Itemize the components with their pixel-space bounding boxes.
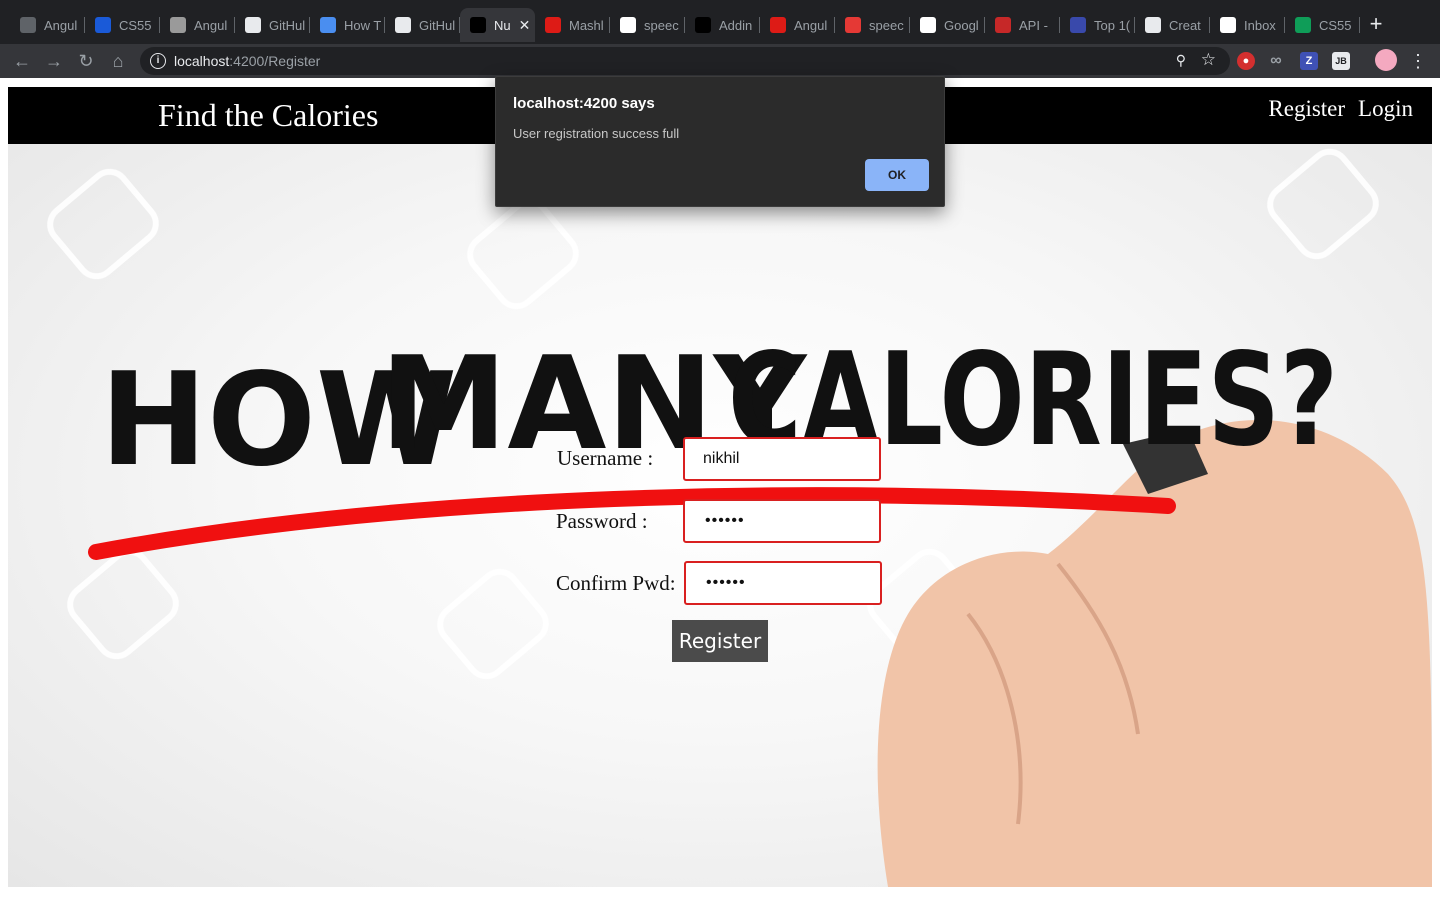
tab-separator [1359, 17, 1360, 33]
angular-icon [545, 17, 561, 33]
browser-tab-label: Nu [494, 17, 511, 33]
browser-menu-icon[interactable]: ⋮ [1408, 50, 1428, 72]
browser-tab[interactable]: Mashl [535, 8, 610, 42]
api-icon [995, 17, 1011, 33]
extension-jb-icon[interactable]: JB [1332, 52, 1350, 70]
globe-icon [20, 17, 36, 33]
url-text[interactable]: localhost:4200/Register [174, 53, 320, 69]
browser-tab-label: Top 1( [1094, 17, 1131, 33]
browser-tab[interactable]: Addin [685, 8, 760, 42]
browser-tab[interactable]: How T [310, 8, 385, 42]
box-icon [95, 17, 111, 33]
browser-tab-label: CS55 [1319, 17, 1352, 33]
forward-button[interactable]: → [42, 49, 66, 73]
browser-tab[interactable]: Angul [760, 8, 835, 42]
github-icon [1145, 17, 1161, 33]
medium-icon [695, 17, 711, 33]
browser-tab[interactable]: Inbox [1210, 8, 1285, 42]
extension-z-icon[interactable]: Z [1300, 52, 1318, 70]
profile-icon [170, 17, 186, 33]
nav-login-link[interactable]: Login [1358, 96, 1413, 122]
address-bar[interactable]: i localhost:4200/Register ⚲ ☆ [140, 47, 1230, 75]
close-tab-icon[interactable]: ✕ [519, 17, 531, 34]
angular-icon [770, 17, 786, 33]
browser-tab[interactable]: Googl [910, 8, 985, 42]
browser-tab[interactable]: GitHul [235, 8, 310, 42]
bookmark-star-icon[interactable]: ☆ [1201, 50, 1216, 70]
gmail-icon [1220, 17, 1236, 33]
password-label: Password : [556, 509, 648, 533]
browser-tab[interactable]: Top 1( [1060, 8, 1135, 42]
home-button[interactable]: ⌂ [106, 49, 130, 73]
browser-tab[interactable]: GitHul [385, 8, 460, 42]
new-tab-button[interactable]: + [1366, 12, 1386, 36]
browser-tab[interactable]: Angul [10, 8, 85, 42]
alert-title: localhost:4200 says [513, 95, 655, 112]
browser-tab-label: Creat [1169, 17, 1201, 33]
app-icon [320, 17, 336, 33]
url-host: localhost [174, 53, 230, 69]
browser-tab[interactable]: CS55 [85, 8, 160, 42]
browser-tab-label: Angul [194, 17, 228, 33]
browser-tab-label: GitHul [419, 17, 456, 33]
browser-tab-label: Angul [794, 17, 828, 33]
extension-infinity-icon[interactable]: ∞ [1267, 52, 1285, 70]
profile-avatar[interactable] [1375, 49, 1397, 71]
browser-tab-label: Googl [944, 17, 979, 33]
github-icon [245, 17, 261, 33]
browser-tab-label: speec [644, 17, 679, 33]
back-button[interactable]: ← [10, 49, 34, 73]
github-icon [395, 17, 411, 33]
browser-tab-label: Inbox [1244, 17, 1276, 33]
browser-tab[interactable]: speec [835, 8, 910, 42]
password-key-icon[interactable]: ⚲ [1176, 52, 1186, 69]
news-icon [845, 17, 861, 33]
site-info-icon[interactable]: i [150, 53, 166, 69]
nav-register-link[interactable]: Register [1268, 96, 1345, 122]
browser-tab-label: Angul [44, 17, 78, 33]
register-submit-button[interactable]: Register [672, 620, 768, 662]
browser-tab[interactable]: Creat [1135, 8, 1210, 42]
username-label: Username : [557, 446, 654, 470]
browser-tab-label: speec [869, 17, 904, 33]
register-form: Username : nikhil Password : •••••• Conf… [8, 144, 1432, 887]
browser-tab[interactable]: speec [610, 8, 685, 42]
reload-button[interactable]: ↻ [74, 49, 98, 73]
link-icon [1070, 17, 1086, 33]
alert-dialog: localhost:4200 says User registration su… [495, 76, 945, 207]
browser-tab[interactable]: CS55 [1285, 8, 1360, 42]
browser-tab-label: Addin [719, 17, 753, 33]
browser-toolbar: ← → ↻ ⌂ i localhost:4200/Register ⚲ ☆ ● … [0, 44, 1440, 78]
sheets-icon [1295, 17, 1311, 33]
browser-tab-strip: Angul CS55 Angul GitHul How T GitHul Nu ✕ Mashl s… [0, 0, 1440, 44]
url-path: :4200/Register [229, 53, 321, 69]
google-icon [920, 17, 936, 33]
browser-tab[interactable]: API - [985, 8, 1060, 42]
username-input[interactable]: nikhil [683, 437, 881, 481]
angular-icon [470, 17, 486, 33]
google-icon [620, 17, 636, 33]
browser-tab-label: Mashl [569, 17, 604, 33]
browser-tab-label: API - [1019, 17, 1048, 33]
extension-shield-icon[interactable]: ● [1237, 52, 1255, 70]
site-brand[interactable]: Find the Calories [158, 97, 378, 134]
browser-tab-label: CS55 [119, 17, 152, 33]
password-input[interactable]: •••••• [683, 499, 881, 543]
confirm-password-input[interactable]: •••••• [684, 561, 882, 605]
hero-background-image: HOW MANY CALORIES? Username : nikhil Pas… [8, 144, 1432, 887]
nav-links: Register Login [1268, 96, 1413, 122]
confirm-password-label: Confirm Pwd: [556, 571, 676, 595]
browser-tab[interactable]: Nu ✕ [460, 8, 535, 42]
browser-tab-label: How T [344, 17, 382, 33]
browser-tab[interactable]: Angul [160, 8, 235, 42]
alert-ok-button[interactable]: OK [865, 159, 929, 191]
browser-tab-label: GitHul [269, 17, 306, 33]
alert-message: User registration success full [513, 126, 680, 141]
